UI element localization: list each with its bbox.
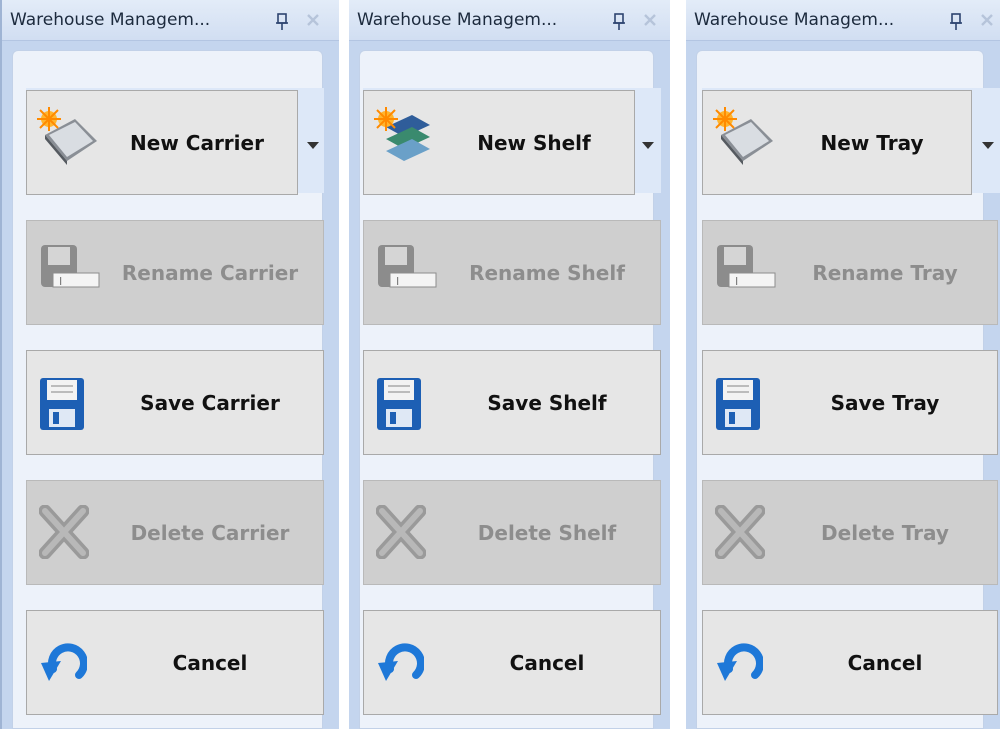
button-label: Delete Tray	[821, 520, 949, 545]
pin-icon[interactable]	[274, 13, 290, 31]
panel-titlebar: Warehouse Managem...	[686, 0, 1000, 41]
floppy-disk-icon	[377, 378, 421, 430]
save-shelf-button[interactable]: Save Shelf	[363, 350, 661, 455]
button-label: Cancel	[172, 650, 248, 675]
button-label: Cancel	[509, 650, 585, 675]
cancel-button[interactable]: Cancel	[26, 610, 324, 715]
button-label: Rename Carrier	[121, 260, 299, 285]
button-label: Save Shelf	[487, 390, 607, 415]
button-label: Save Tray	[830, 390, 940, 415]
floppy-disk-icon	[40, 378, 84, 430]
undo-arrow-icon	[378, 643, 424, 681]
warehouse-panel-shelf: Warehouse Managem... New Shelf I Rename …	[349, 0, 670, 729]
panel-titlebar: Warehouse Managem...	[2, 0, 339, 41]
button-label: Save Carrier	[140, 390, 280, 415]
new-item-icon	[374, 107, 430, 161]
close-icon[interactable]	[980, 13, 994, 27]
delete-x-icon	[39, 505, 89, 559]
undo-arrow-icon	[717, 643, 763, 681]
delete-shelf-button[interactable]: Delete Shelf	[363, 480, 661, 585]
panel-title: Warehouse Managem...	[694, 10, 895, 30]
delete-x-icon	[715, 505, 765, 559]
cancel-button[interactable]: Cancel	[363, 610, 661, 715]
pin-icon[interactable]	[611, 13, 627, 31]
button-label: New Shelf	[477, 130, 591, 155]
button-label: New Carrier	[130, 130, 264, 155]
rename-tray-button[interactable]: I Rename Tray	[702, 220, 998, 325]
button-label: New Tray	[820, 130, 924, 155]
warehouse-panel-carrier: Warehouse Managem... New Carrier I Renam…	[0, 0, 339, 729]
chevron-down-icon[interactable]	[307, 142, 319, 149]
save-carrier-button[interactable]: Save Carrier	[26, 350, 324, 455]
cancel-button[interactable]: Cancel	[702, 610, 998, 715]
button-label: Cancel	[847, 650, 923, 675]
new-item-icon	[713, 107, 773, 165]
delete-x-icon	[376, 505, 426, 559]
new-carrier-button[interactable]: New Carrier	[26, 90, 298, 195]
svg-text:I: I	[59, 275, 62, 288]
rename-disk-icon: I	[717, 245, 776, 288]
svg-text:I: I	[396, 275, 399, 288]
close-icon[interactable]	[643, 13, 657, 27]
button-label: Rename Shelf	[469, 260, 625, 285]
new-tray-button[interactable]: New Tray	[702, 90, 972, 195]
delete-carrier-button[interactable]: Delete Carrier	[26, 480, 324, 585]
panel-separator	[339, 0, 349, 729]
rename-disk-icon: I	[378, 245, 437, 288]
warehouse-panel-tray: Warehouse Managem... New Tray I Rename T…	[686, 0, 1000, 729]
new-shelf-button[interactable]: New Shelf	[363, 90, 635, 195]
pin-icon[interactable]	[948, 13, 964, 31]
panel-title: Warehouse Managem...	[357, 10, 558, 30]
rename-carrier-button[interactable]: I Rename Carrier	[26, 220, 324, 325]
floppy-disk-icon	[716, 378, 760, 430]
new-item-icon	[37, 107, 97, 165]
delete-tray-button[interactable]: Delete Tray	[702, 480, 998, 585]
panel-separator	[670, 0, 686, 729]
panel-titlebar: Warehouse Managem...	[349, 0, 670, 41]
chevron-down-icon[interactable]	[982, 142, 994, 149]
panel-title: Warehouse Managem...	[10, 10, 211, 30]
undo-arrow-icon	[41, 643, 87, 681]
rename-disk-icon: I	[41, 245, 100, 288]
close-icon[interactable]	[306, 13, 320, 27]
button-label: Delete Carrier	[130, 520, 290, 545]
save-tray-button[interactable]: Save Tray	[702, 350, 998, 455]
chevron-down-icon[interactable]	[642, 142, 654, 149]
rename-shelf-button[interactable]: I Rename Shelf	[363, 220, 661, 325]
svg-text:I: I	[735, 275, 738, 288]
button-label: Rename Tray	[812, 260, 958, 285]
button-label: Delete Shelf	[477, 520, 617, 545]
